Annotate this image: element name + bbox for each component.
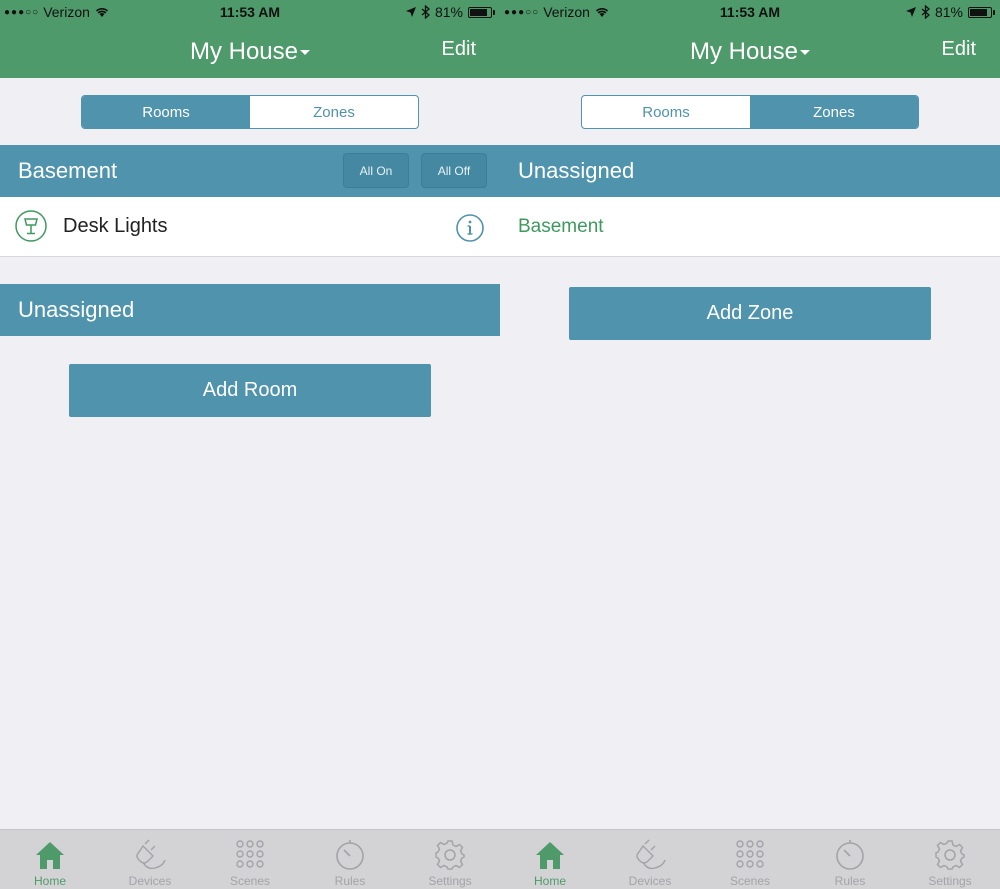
tab-label: Rules — [834, 874, 866, 888]
bluetooth-icon — [421, 5, 430, 19]
tab-label: Home — [33, 874, 66, 888]
tab-label: Rules — [334, 874, 366, 888]
nav-header: ●●●○○ Verizon 11:53 AM 81% My House Edit — [0, 0, 500, 78]
info-icon[interactable] — [455, 213, 485, 243]
grid-dots-icon — [736, 840, 764, 868]
zones-screen: ●●●○○ Verizon 11:53 AM 81% My House Edit… — [500, 0, 1000, 889]
location-arrow-icon — [905, 7, 916, 17]
tab-rules[interactable]: Rules — [300, 830, 400, 889]
page-title-text[interactable]: My House — [190, 38, 298, 65]
tab-rooms[interactable]: Rooms — [582, 96, 750, 128]
tab-home[interactable]: Home — [0, 830, 100, 889]
tab-zones[interactable]: Zones — [750, 96, 918, 128]
status-bar: ●●●○○ Verizon 11:53 AM 81% — [0, 0, 500, 26]
tab-settings[interactable]: Settings — [900, 830, 1000, 889]
tab-label: Scenes — [229, 874, 271, 888]
home-icon — [36, 842, 64, 869]
tab-settings[interactable]: Settings — [400, 830, 500, 889]
battery-icon — [968, 6, 995, 18]
bluetooth-icon — [921, 5, 930, 19]
tab-label: Scenes — [729, 874, 771, 888]
add-zone-button[interactable]: Add Zone — [569, 287, 931, 340]
device-row-desk-lights[interactable]: Desk Lights — [0, 197, 500, 257]
tab-label: Devices — [628, 874, 672, 888]
lamp-icon — [15, 210, 47, 242]
tab-devices[interactable]: Devices — [100, 830, 200, 889]
zone-name: Basement — [518, 216, 604, 237]
tab-home[interactable]: Home — [500, 830, 600, 889]
status-bar: ●●●○○ Verizon 11:53 AM 81% — [500, 0, 1000, 26]
zone-row-basement[interactable]: Basement — [500, 197, 1000, 257]
page-title-text[interactable]: My House — [690, 38, 798, 65]
section-header-unassigned: Unassigned — [0, 284, 500, 336]
timer-icon — [336, 840, 364, 870]
gear-icon — [435, 840, 465, 870]
section-title: Basement — [18, 158, 118, 183]
rooms-zones-segmented-control: Rooms Zones — [81, 95, 419, 129]
edit-button[interactable]: Edit — [942, 38, 976, 61]
all-on-button[interactable]: All On — [343, 153, 409, 188]
grid-dots-icon — [236, 840, 264, 868]
page-title[interactable]: My House — [0, 38, 500, 66]
nav-header: ●●●○○ Verizon 11:53 AM 81% My House Edit — [500, 0, 1000, 78]
device-name: Desk Lights — [63, 215, 168, 237]
chevron-down-icon[interactable] — [800, 50, 811, 56]
tab-zones[interactable]: Zones — [250, 96, 418, 128]
home-icon — [536, 842, 564, 869]
battery-percent: 81% — [934, 4, 963, 20]
section-title: Unassigned — [518, 158, 635, 183]
tab-scenes[interactable]: Scenes — [200, 830, 300, 889]
tab-label: Settings — [928, 874, 972, 888]
plug-icon — [636, 839, 666, 870]
chevron-down-icon[interactable] — [300, 50, 311, 56]
page-title[interactable]: My House — [500, 38, 1000, 66]
rooms-zones-segmented-control: Rooms Zones — [581, 95, 919, 129]
location-arrow-icon — [405, 7, 416, 17]
add-room-button[interactable]: Add Room — [69, 364, 431, 417]
tab-scenes[interactable]: Scenes — [700, 830, 800, 889]
tab-bar: Home Devices Scenes Rules Settings — [0, 829, 500, 889]
timer-icon — [836, 840, 864, 870]
edit-button[interactable]: Edit — [442, 38, 476, 61]
tab-label: Settings — [428, 874, 472, 888]
section-header-basement: Basement All On All Off — [0, 145, 500, 197]
section-title: Unassigned — [18, 297, 135, 322]
gear-icon — [935, 840, 965, 870]
tab-rules[interactable]: Rules — [800, 830, 900, 889]
tab-bar: Home Devices Scenes Rules Settings — [500, 829, 1000, 889]
plug-icon — [136, 839, 166, 870]
section-header-unassigned: Unassigned — [500, 145, 1000, 197]
tab-devices[interactable]: Devices — [600, 830, 700, 889]
battery-icon — [468, 6, 495, 18]
tab-label: Devices — [128, 874, 172, 888]
battery-percent: 81% — [434, 4, 463, 20]
tab-rooms[interactable]: Rooms — [82, 96, 250, 128]
tab-label: Home — [533, 874, 566, 888]
all-off-button[interactable]: All Off — [421, 153, 487, 188]
rooms-screen: ●●●○○ Verizon 11:53 AM 81% My House Edit… — [0, 0, 500, 889]
